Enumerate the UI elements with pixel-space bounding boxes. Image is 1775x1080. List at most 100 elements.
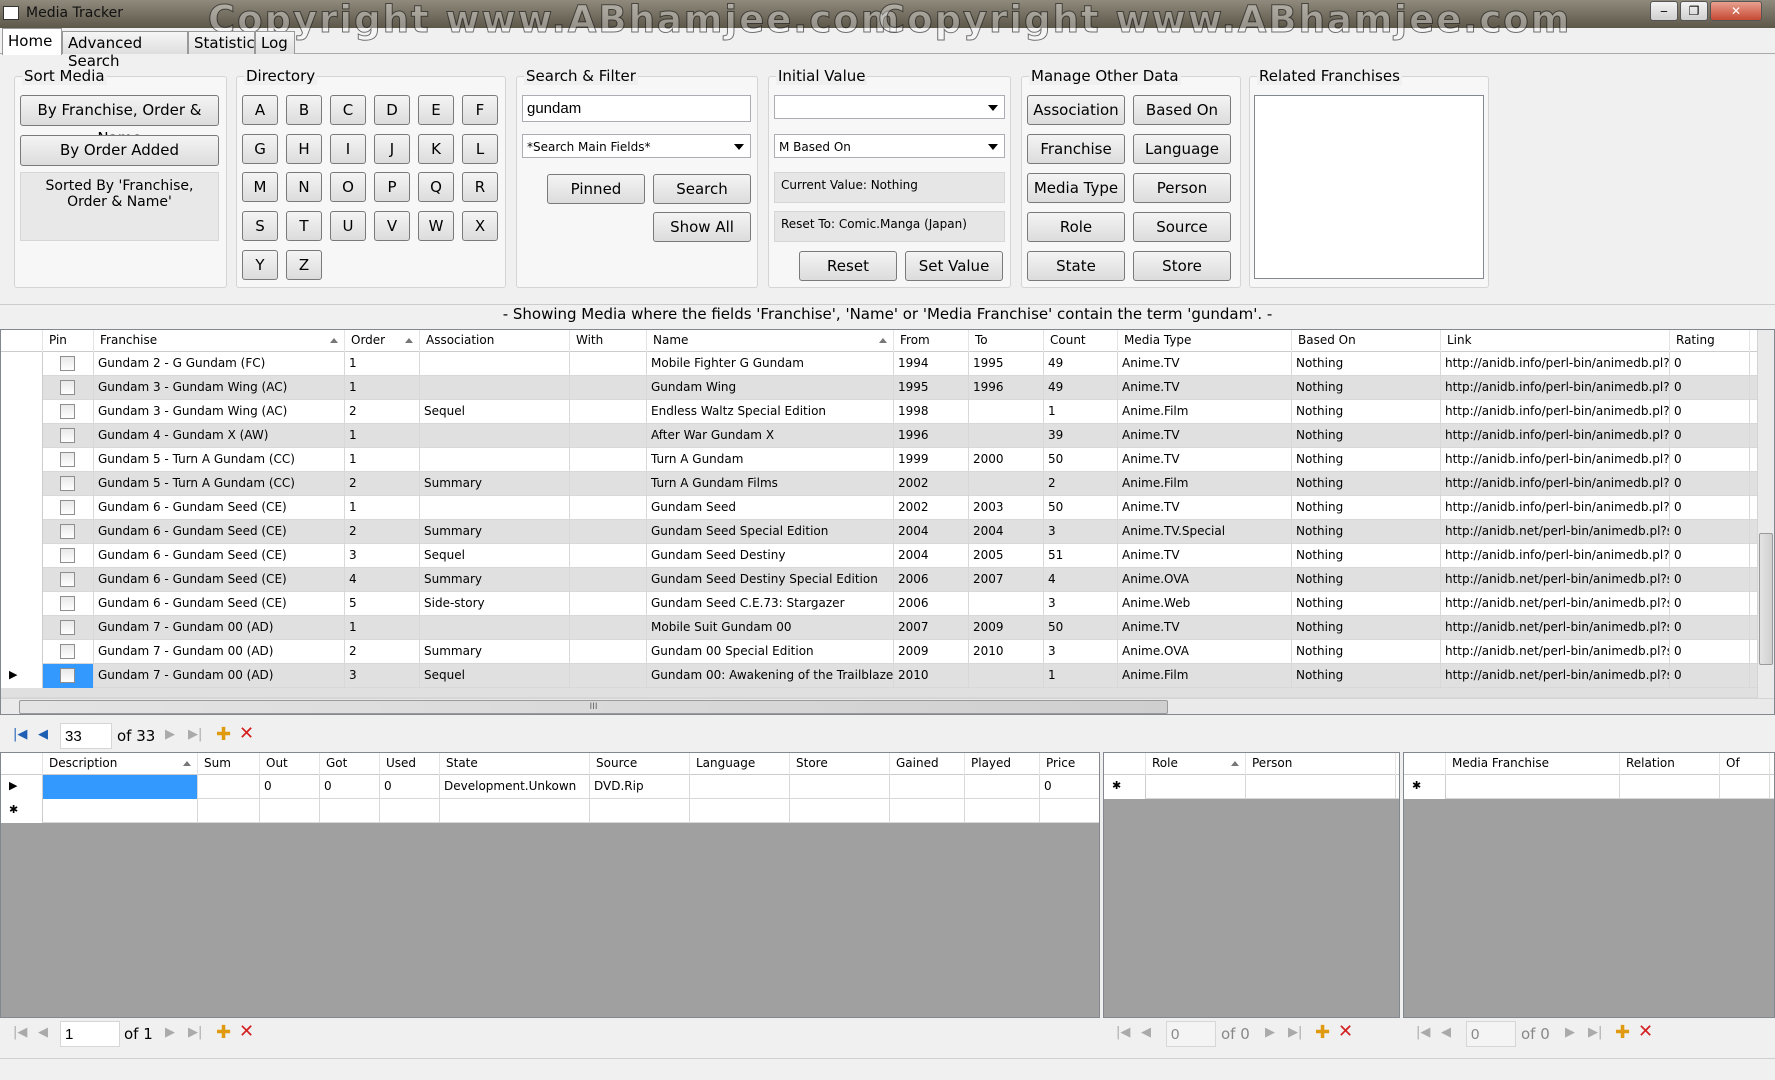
letter-button-x[interactable]: X — [462, 211, 498, 242]
franchise-position-input[interactable] — [1466, 1021, 1516, 1047]
table-cell[interactable]: http://anidb.info/perl-bin/animedb.pl?..… — [1441, 424, 1670, 448]
previous-record-icon[interactable]: ◀ — [1141, 1025, 1151, 1040]
table-cell[interactable]: 0 — [1670, 568, 1750, 592]
letter-button-y[interactable]: Y — [242, 249, 278, 280]
add-record-icon[interactable]: ✚ — [1315, 1022, 1330, 1043]
table-cell[interactable]: Anime.TV — [1118, 544, 1292, 568]
table-cell[interactable]: Gundam Seed Destiny Special Edition — [647, 568, 894, 592]
role-position-input[interactable] — [1166, 1021, 1216, 1047]
table-cell[interactable]: 1995 — [969, 352, 1044, 376]
row-header[interactable] — [1, 616, 43, 640]
table-cell[interactable]: 0 — [260, 775, 320, 799]
row-header[interactable] — [1, 448, 43, 472]
row-header[interactable] — [1, 568, 43, 592]
media-grid-hscroll[interactable]: III — [1, 698, 1774, 714]
table-cell[interactable]: Gundam 3 - Gundam Wing (AC) — [94, 376, 345, 400]
column-header-franchise[interactable]: Franchise — [94, 330, 345, 352]
column-header-media-franchise[interactable]: Media Franchise — [1446, 753, 1620, 775]
table-cell[interactable] — [420, 496, 570, 520]
table-cell[interactable] — [420, 424, 570, 448]
table-cell[interactable]: 0 — [1670, 376, 1750, 400]
table-cell[interactable]: 1 — [345, 496, 420, 520]
table-cell[interactable]: 4 — [1044, 568, 1118, 592]
next-record-icon[interactable]: ▶ — [165, 727, 175, 742]
table-cell[interactable]: Gundam 3 - Gundam Wing (AC) — [94, 400, 345, 424]
table-cell[interactable]: Side-story — [420, 592, 570, 616]
table-cell[interactable] — [1620, 775, 1720, 799]
table-cell[interactable]: Anime.TV — [1118, 616, 1292, 640]
table-cell[interactable]: 2010 — [969, 640, 1044, 664]
table-cell[interactable] — [890, 775, 965, 799]
table-cell[interactable] — [570, 424, 647, 448]
letter-button-o[interactable]: O — [330, 172, 366, 203]
table-cell[interactable]: http://anidb.info/perl-bin/animedb.pl?..… — [1441, 472, 1670, 496]
table-cell[interactable]: http://anidb.net/perl-bin/animedb.pl?s..… — [1441, 664, 1670, 688]
table-cell[interactable] — [690, 799, 790, 823]
new-row[interactable]: ✱ — [1404, 775, 1774, 799]
table-cell[interactable]: 2007 — [969, 568, 1044, 592]
table-cell[interactable]: 3 — [345, 544, 420, 568]
table-cell[interactable] — [320, 799, 380, 823]
pin-checkbox[interactable] — [60, 524, 75, 539]
set-value-button[interactable]: Set Value — [905, 251, 1003, 281]
table-cell[interactable]: 0 — [320, 775, 380, 799]
table-cell[interactable] — [790, 799, 890, 823]
table-cell[interactable]: Gundam 2 - G Gundam (FC) — [94, 352, 345, 376]
table-cell[interactable]: http://anidb.net/perl-bin/animedb.pl?s..… — [1441, 616, 1670, 640]
first-record-icon[interactable]: |◀ — [1416, 1025, 1430, 1040]
table-row[interactable]: Gundam 6 - Gundam Seed (CE) 4 Summary Gunda… — [1, 568, 1757, 592]
pin-checkbox[interactable] — [60, 404, 75, 419]
table-cell[interactable] — [969, 424, 1044, 448]
manage-language-button[interactable]: Language — [1133, 134, 1231, 164]
column-header-state[interactable]: State — [440, 753, 590, 775]
reset-button[interactable]: Reset — [799, 251, 897, 281]
table-cell[interactable]: Summary — [420, 640, 570, 664]
table-cell[interactable]: 0 — [1670, 592, 1750, 616]
row-header[interactable]: ▶ — [1, 775, 43, 799]
table-cell[interactable] — [570, 376, 647, 400]
tab-statistics[interactable]: Statistics — [188, 31, 263, 54]
table-row[interactable]: ▶ Gundam 7 - Gundam 00 (AD) 3 Sequel Gundam … — [1, 664, 1757, 688]
table-cell[interactable] — [198, 799, 260, 823]
table-cell[interactable]: Nothing — [1292, 400, 1441, 424]
table-row[interactable]: Gundam 7 - Gundam 00 (AD) 2 Summary Gundam … — [1, 640, 1757, 664]
table-cell[interactable]: 0 — [1670, 352, 1750, 376]
table-cell[interactable] — [570, 520, 647, 544]
column-header-role[interactable]: Role — [1146, 753, 1246, 775]
tab-home[interactable]: Home — [2, 28, 62, 55]
table-cell[interactable]: 1996 — [894, 424, 969, 448]
letter-button-q[interactable]: Q — [418, 172, 454, 203]
column-header-used[interactable]: Used — [380, 753, 440, 775]
row-header[interactable]: ▶ — [1, 664, 43, 688]
media-grid-hscroll-thumb[interactable]: III — [19, 700, 1168, 714]
column-header-got[interactable]: Got — [320, 753, 380, 775]
table-cell[interactable] — [570, 568, 647, 592]
search-fields-select[interactable]: *Search Main Fields* — [522, 134, 751, 158]
letter-button-j[interactable]: J — [374, 133, 410, 164]
table-cell[interactable]: 49 — [1044, 376, 1118, 400]
search-button[interactable]: Search — [653, 174, 751, 204]
last-record-icon[interactable]: ▶| — [1288, 1025, 1302, 1040]
table-cell[interactable] — [260, 799, 320, 823]
row-header[interactable] — [1, 496, 43, 520]
table-row[interactable]: Gundam 2 - G Gundam (FC) 1 Mobile Fighter … — [1, 352, 1757, 376]
initial-value-select[interactable] — [774, 95, 1005, 119]
table-cell[interactable]: Sequel — [420, 544, 570, 568]
letter-button-i[interactable]: I — [330, 133, 366, 164]
row-header[interactable] — [1, 400, 43, 424]
table-cell[interactable]: Gundam 6 - Gundam Seed (CE) — [94, 520, 345, 544]
pin-checkbox[interactable] — [60, 380, 75, 395]
pin-checkbox[interactable] — [60, 356, 75, 371]
table-cell[interactable] — [790, 775, 890, 799]
manage-media-type-button[interactable]: Media Type — [1027, 173, 1125, 203]
table-cell[interactable] — [570, 448, 647, 472]
table-cell[interactable]: 50 — [1044, 448, 1118, 472]
table-cell[interactable]: 2002 — [894, 496, 969, 520]
table-cell[interactable]: 1 — [345, 376, 420, 400]
table-cell[interactable]: Anime.TV — [1118, 352, 1292, 376]
last-record-icon[interactable]: ▶| — [188, 1025, 202, 1040]
manage-source-button[interactable]: Source — [1133, 212, 1231, 242]
table-cell[interactable] — [570, 352, 647, 376]
table-cell[interactable]: 2007 — [894, 616, 969, 640]
table-cell[interactable]: 1 — [345, 352, 420, 376]
